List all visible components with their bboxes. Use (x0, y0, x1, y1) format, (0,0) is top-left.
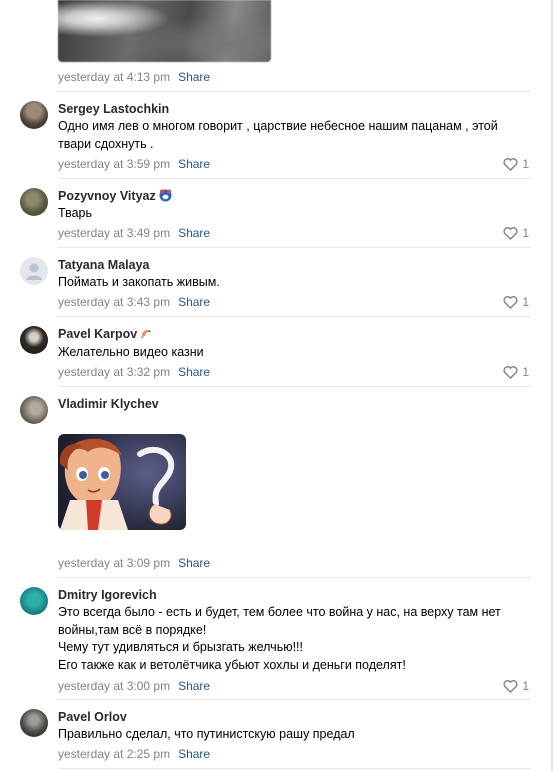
cartoon-sticker-icon (58, 434, 186, 530)
heart-icon (503, 366, 518, 379)
comment-text: Поймать и закопать живым. (58, 275, 220, 289)
share-link[interactable]: Share (178, 226, 210, 240)
shrimp-emoji-icon (140, 327, 153, 344)
bear-emoji-icon (159, 189, 172, 206)
comment-author[interactable]: Dmitry Igorevich (58, 587, 157, 603)
avatar[interactable] (20, 188, 48, 216)
like-count: 1 (522, 157, 529, 171)
like-button[interactable]: 1 (503, 677, 529, 695)
comment-text: Желательно видео казни (58, 345, 204, 359)
comment-author[interactable]: Pozyvnoy Vityaz (58, 188, 172, 206)
comment-author[interactable]: Sergey Lastochkin (58, 101, 169, 117)
like-button[interactable]: 1 (503, 363, 529, 381)
avatar[interactable] (20, 101, 48, 129)
divider (58, 247, 531, 248)
timestamp[interactable]: yesterday at 4:13 pm (58, 70, 170, 84)
comment-meta: yesterday at 3:00 pm Share (58, 677, 210, 695)
heart-icon (503, 296, 518, 309)
divider (58, 178, 531, 179)
heart-icon (503, 158, 518, 171)
share-link[interactable]: Share (178, 295, 210, 309)
share-link[interactable]: Share (178, 70, 210, 84)
comment-text: Это всегда было - есть и будет, тем боле… (58, 605, 501, 672)
divider (58, 91, 531, 92)
comment-meta: yesterday at 2:25 pm Share (58, 745, 210, 763)
comment-author[interactable]: Tatyana Malaya (58, 257, 149, 273)
heart-icon (503, 227, 518, 240)
like-count: 1 (522, 226, 529, 240)
share-link[interactable]: Share (178, 747, 210, 761)
author-name: Pavel Karpov (58, 327, 138, 341)
divider (58, 699, 531, 700)
comment-meta: yesterday at 3:49 pm Share (58, 224, 210, 242)
heart-icon (503, 680, 518, 693)
share-link[interactable]: Share (178, 556, 210, 570)
like-count: 1 (522, 295, 529, 309)
like-count: 1 (522, 679, 529, 693)
avatar[interactable] (20, 709, 48, 737)
comment-text: Правильно сделал, что путинистскую рашу … (58, 727, 355, 741)
comment-author[interactable]: Pavel Orlov (58, 709, 127, 725)
share-link[interactable]: Share (178, 157, 210, 171)
timestamp[interactable]: yesterday at 3:49 pm (58, 226, 170, 240)
timestamp[interactable]: yesterday at 3:43 pm (58, 295, 170, 309)
share-link[interactable]: Share (178, 679, 210, 693)
divider (58, 768, 531, 769)
comment-author[interactable]: Pavel Karpov (58, 326, 153, 344)
divider (58, 386, 531, 387)
avatar[interactable] (20, 257, 48, 285)
like-count: 1 (522, 365, 529, 379)
avatar[interactable] (20, 326, 48, 354)
avatar[interactable] (20, 587, 48, 615)
post-image[interactable] (58, 0, 271, 62)
comment-text: Одно имя лев о многом говорит , царствие… (58, 119, 498, 151)
author-name: Pozyvnoy Vityaz (58, 189, 156, 203)
comment-meta: yesterday at 3:32 pm Share (58, 363, 210, 381)
comment-author[interactable]: Vladimir Klychev (58, 396, 159, 412)
comment-meta: yesterday at 3:43 pm Share (58, 293, 210, 311)
timestamp[interactable]: yesterday at 2:25 pm (58, 747, 170, 761)
comment-text: Тварь (58, 206, 93, 220)
like-button[interactable]: 1 (503, 293, 529, 311)
default-avatar-icon (26, 263, 42, 280)
divider (58, 316, 531, 317)
share-link[interactable]: Share (178, 365, 210, 379)
comment-meta: yesterday at 3:59 pm Share (58, 155, 210, 173)
timestamp[interactable]: yesterday at 3:32 pm (58, 365, 170, 379)
avatar[interactable] (20, 396, 48, 424)
timestamp[interactable]: yesterday at 3:59 pm (58, 157, 170, 171)
sticker-image[interactable] (58, 434, 186, 530)
comments-feed: yesterday at 4:13 pm Share Sergey Lastoch… (0, 0, 553, 771)
timestamp[interactable]: yesterday at 3:09 pm (58, 556, 170, 570)
like-button[interactable]: 1 (503, 155, 529, 173)
like-button[interactable]: 1 (503, 224, 529, 242)
post-meta: yesterday at 4:13 pm Share (58, 68, 210, 86)
comment-meta: yesterday at 3:09 pm Share (58, 554, 210, 572)
divider (58, 577, 531, 578)
timestamp[interactable]: yesterday at 3:00 pm (58, 679, 170, 693)
